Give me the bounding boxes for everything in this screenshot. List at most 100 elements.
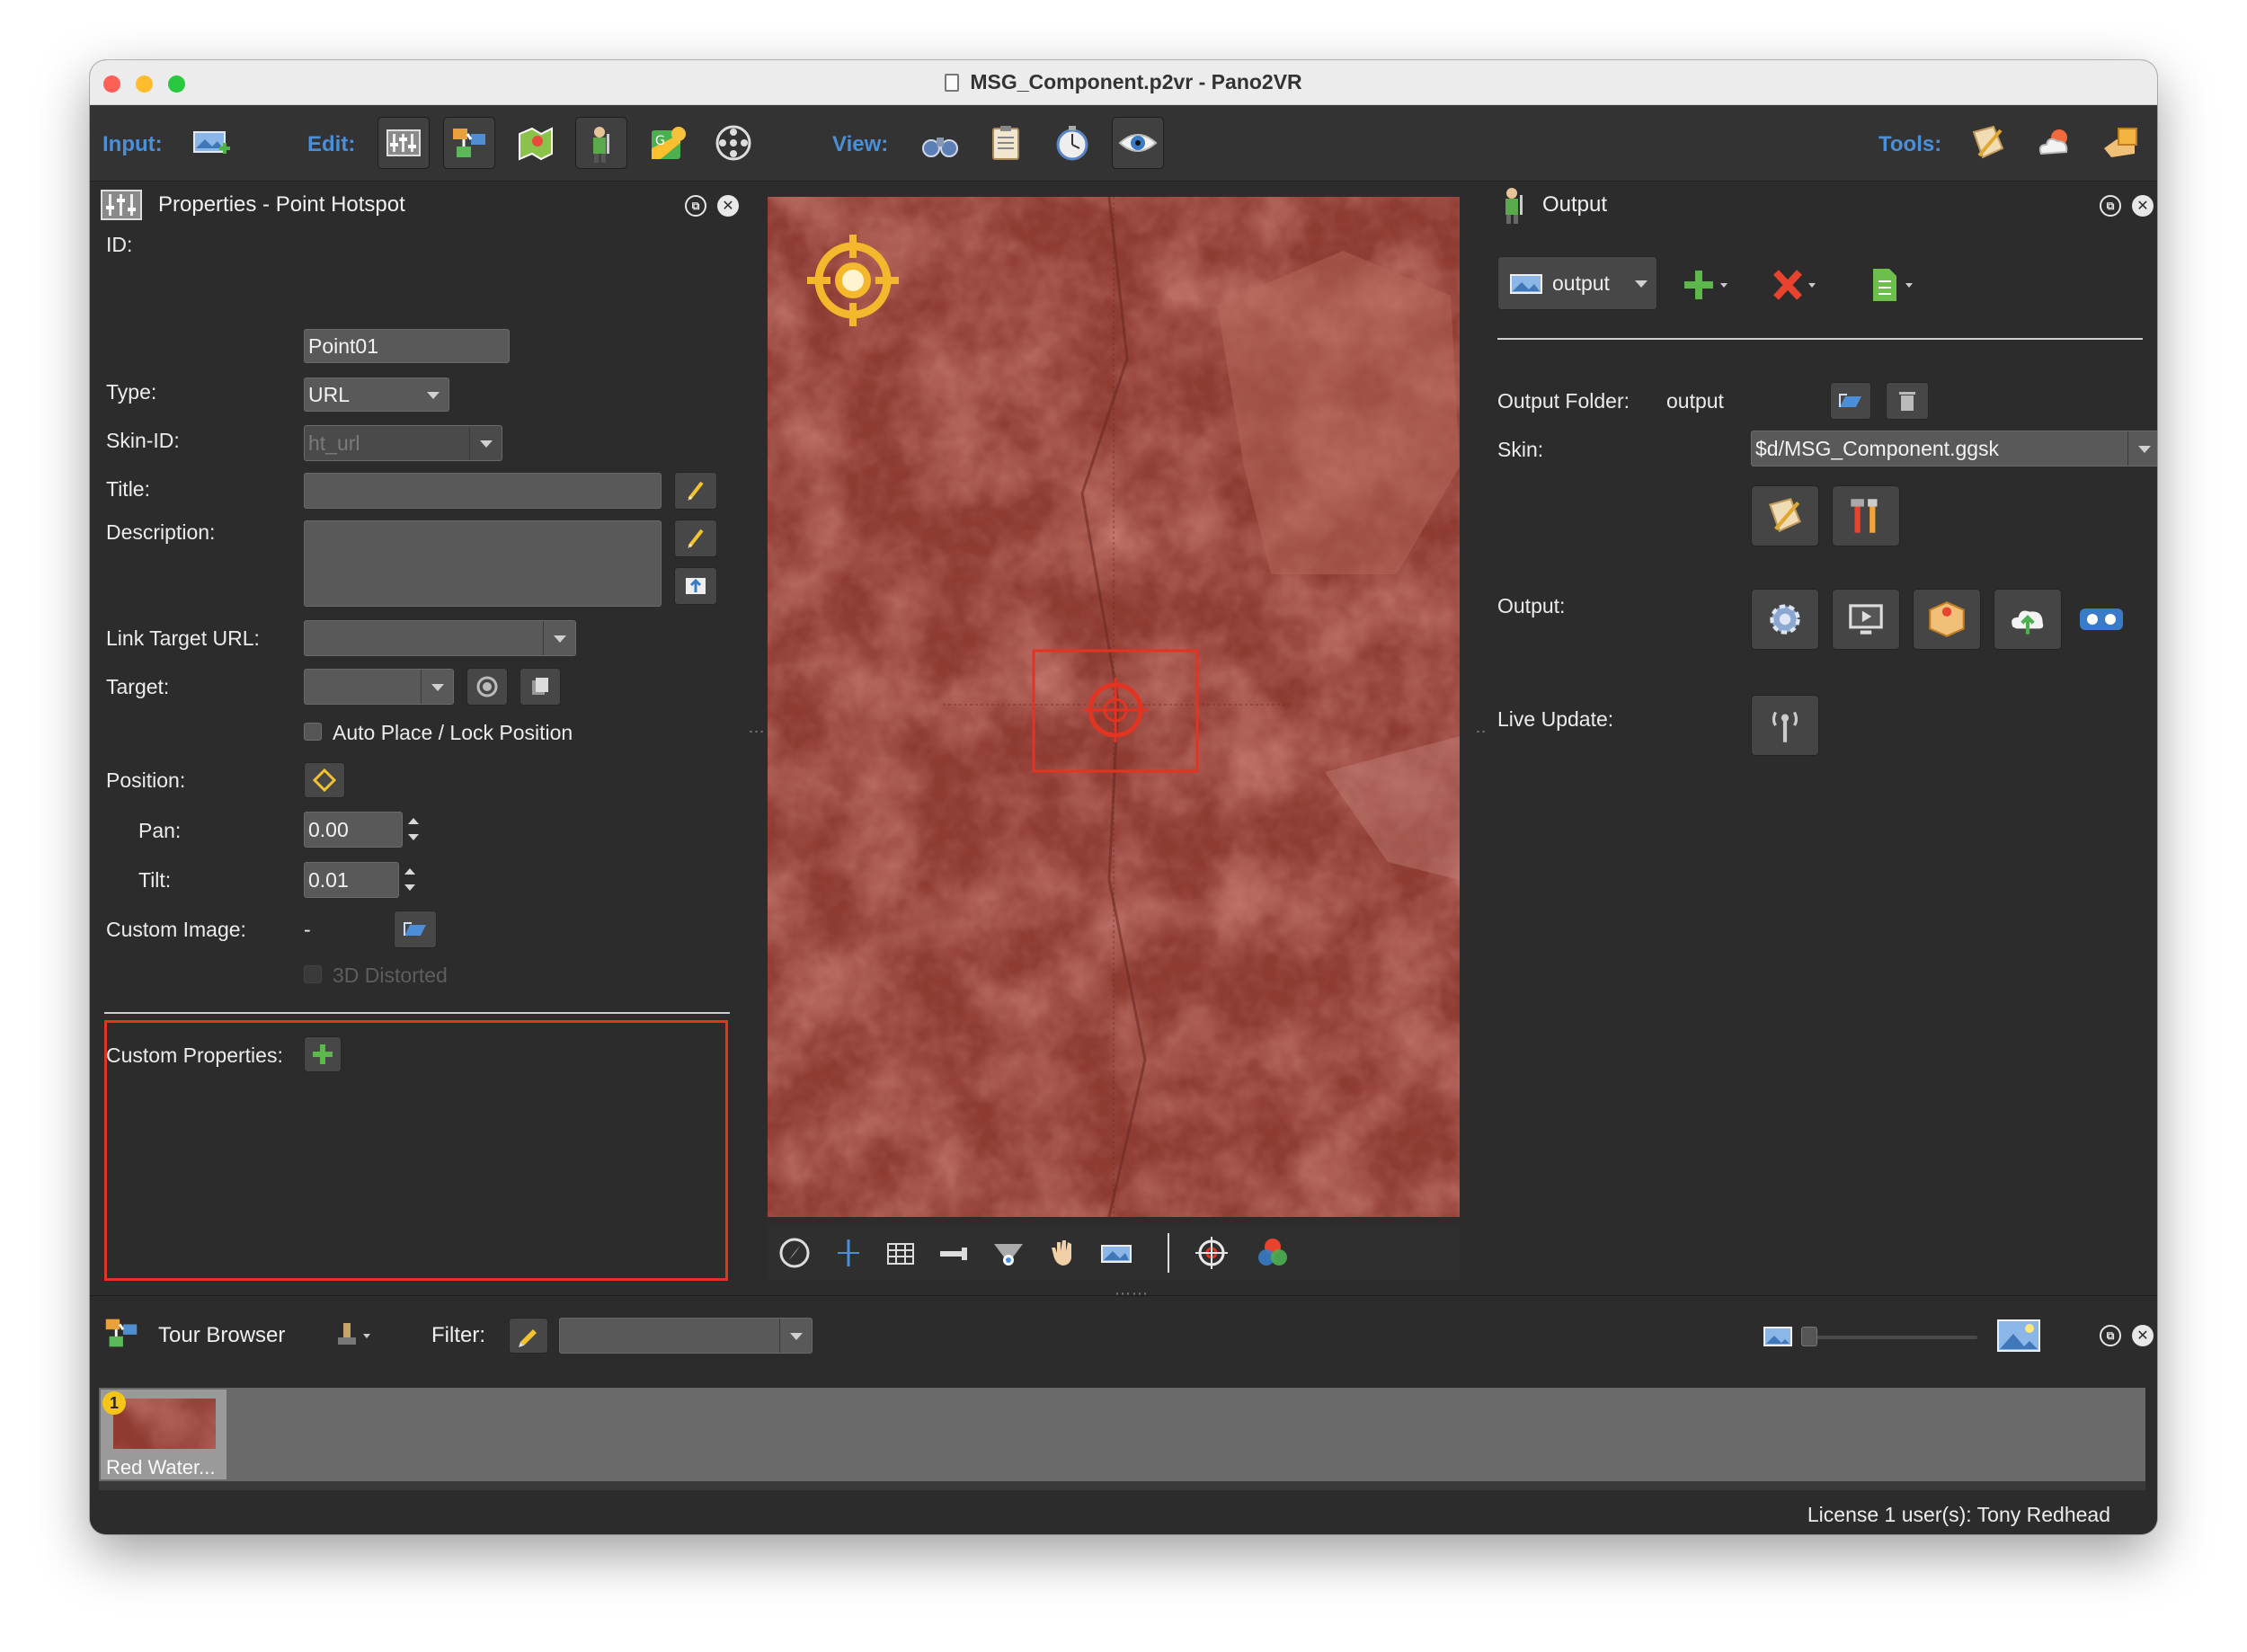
compass-icon[interactable] — [777, 1235, 813, 1271]
pan-stepper[interactable] — [404, 813, 422, 847]
tools-icon — [1851, 499, 1878, 533]
skin-editor-tool-button[interactable] — [1962, 117, 2014, 169]
add-output-button[interactable] — [1681, 265, 1738, 305]
3d-distorted-checkbox[interactable] — [304, 965, 322, 983]
properties-sliders-icon — [386, 129, 421, 156]
thumbnail-scrollbar[interactable] — [99, 1481, 2145, 1490]
id-field[interactable]: Point01 — [304, 329, 510, 363]
float-panel-button[interactable]: ⧉ — [2100, 195, 2121, 217]
output-folder-value: output — [1666, 389, 1724, 413]
item-number-badge: 1 — [102, 1391, 126, 1415]
type-select[interactable]: URL — [304, 377, 449, 412]
document-icon — [945, 73, 960, 92]
tour-browser-thumbnails: 1 Red Water... — [99, 1388, 2145, 1481]
close-panel-button[interactable]: ✕ — [2132, 1325, 2154, 1346]
app-window: MSG_Component.p2vr - Pano2VR Input: Edit… — [90, 60, 2157, 1534]
close-panel-button[interactable]: ✕ — [717, 195, 739, 217]
output-panel-title: Output — [1542, 192, 1608, 217]
filter-label: Filter: — [431, 1323, 485, 1347]
import-description-button[interactable] — [674, 567, 717, 605]
thumbnail-size-slider-handle[interactable] — [1801, 1327, 1817, 1346]
description-field[interactable] — [304, 520, 662, 607]
tour-browser-actions-button[interactable] — [333, 1318, 377, 1354]
output-template-button[interactable] — [1866, 265, 1923, 305]
output-label: Output: — [1497, 594, 1566, 617]
output-folder-browse-button[interactable] — [1830, 382, 1871, 420]
tour-guide-icon — [593, 127, 609, 163]
viewing-parameters-button[interactable] — [914, 117, 966, 169]
skin-editor-button[interactable] — [510, 117, 562, 169]
link-target-url-select[interactable] — [304, 620, 576, 656]
output-preview-button[interactable] — [1832, 589, 1900, 650]
live-update-button[interactable] — [1751, 695, 1819, 756]
add-input-panorama-button[interactable] — [186, 117, 238, 169]
object2vr-tool-button[interactable] — [2094, 117, 2146, 169]
properties-tool-button[interactable] — [377, 117, 430, 169]
video-button[interactable] — [707, 117, 759, 169]
tilt-stepper[interactable] — [401, 863, 419, 897]
viewer-toolbar — [768, 1226, 1460, 1280]
tilt-field[interactable]: 0.01 — [304, 862, 399, 898]
minimize-window-button[interactable] — [136, 75, 153, 93]
output-format-select[interactable]: output — [1497, 256, 1657, 310]
splitter-handle-left[interactable]: ⋮ — [747, 724, 767, 741]
open-skin-editor-button[interactable] — [1751, 485, 1819, 546]
panorama-view-icon[interactable] — [1098, 1235, 1134, 1271]
skin-tools-button[interactable] — [1832, 485, 1900, 546]
close-window-button[interactable] — [103, 75, 120, 93]
custom-image-browse-button[interactable] — [394, 910, 437, 948]
id-label: ID: — [106, 233, 133, 256]
close-panel-button[interactable]: ✕ — [2132, 195, 2154, 217]
target-circle-icon — [476, 676, 498, 697]
binoculars-icon — [922, 138, 958, 157]
panorama-viewer[interactable] — [768, 197, 1460, 1217]
output-vr-button[interactable] — [2074, 598, 2128, 641]
skin-id-select[interactable]: ht_url — [304, 425, 502, 461]
pan-field[interactable]: 0.00 — [304, 812, 403, 848]
diamond-icon — [312, 768, 337, 793]
position-label: Position: — [106, 768, 186, 792]
user-data-button[interactable] — [980, 117, 1032, 169]
viewer-button[interactable] — [1112, 117, 1164, 169]
tour-browser-tool-button[interactable] — [443, 117, 495, 169]
float-panel-button[interactable]: ⧉ — [2100, 1325, 2121, 1346]
filter-edit-button[interactable] — [509, 1318, 548, 1354]
add-custom-property-button[interactable] — [304, 1036, 342, 1072]
cloud-tool-button[interactable] — [2028, 117, 2080, 169]
output-settings-button[interactable] — [1751, 589, 1819, 650]
hotspot-tool-button[interactable] — [575, 117, 627, 169]
skin-select[interactable]: $d/MSG_Component.ggsk — [1751, 431, 2157, 466]
target-record-button[interactable] — [466, 668, 508, 706]
edit-title-button[interactable] — [674, 472, 717, 510]
edit-description-button[interactable] — [674, 520, 717, 557]
3d-distorted-label: 3D Distorted — [333, 964, 448, 987]
animation-button[interactable] — [1046, 117, 1098, 169]
title-field[interactable] — [304, 473, 662, 509]
output-folder-label: Output Folder: — [1497, 389, 1630, 413]
tour-browser-item[interactable]: 1 Red Water... — [101, 1390, 226, 1479]
float-panel-button[interactable]: ⧉ — [685, 195, 706, 217]
horizon-level-icon[interactable] — [937, 1235, 973, 1271]
stopwatch-icon — [1056, 126, 1088, 161]
zoom-window-button[interactable] — [168, 75, 185, 93]
google-maps-button[interactable]: G — [642, 117, 694, 169]
filter-select[interactable] — [559, 1318, 813, 1354]
position-pick-button[interactable] — [304, 762, 345, 798]
grid-icon[interactable] — [883, 1235, 919, 1271]
license-status: License 1 user(s): Tony Redhead — [1807, 1503, 2110, 1526]
auto-place-checkbox[interactable] — [304, 723, 322, 741]
delete-output-button[interactable] — [1769, 265, 1826, 305]
thumbnail-size-slider[interactable] — [1801, 1336, 1977, 1339]
target-copy-button[interactable] — [520, 668, 561, 706]
output-upload-button[interactable] — [1994, 589, 2062, 650]
crosshair-plus-icon[interactable] — [830, 1235, 866, 1271]
eye-icon — [1118, 134, 1158, 152]
color-channels-icon[interactable] — [1255, 1235, 1291, 1271]
output-package-button[interactable] — [1913, 589, 1981, 650]
hotspot-target-icon[interactable] — [1194, 1235, 1230, 1271]
live-update-label: Live Update: — [1497, 707, 1614, 731]
clear-output-folder-button[interactable] — [1886, 382, 1929, 420]
projection-icon[interactable] — [990, 1235, 1026, 1271]
hand-pan-icon[interactable] — [1044, 1235, 1080, 1271]
target-select[interactable] — [304, 669, 454, 705]
